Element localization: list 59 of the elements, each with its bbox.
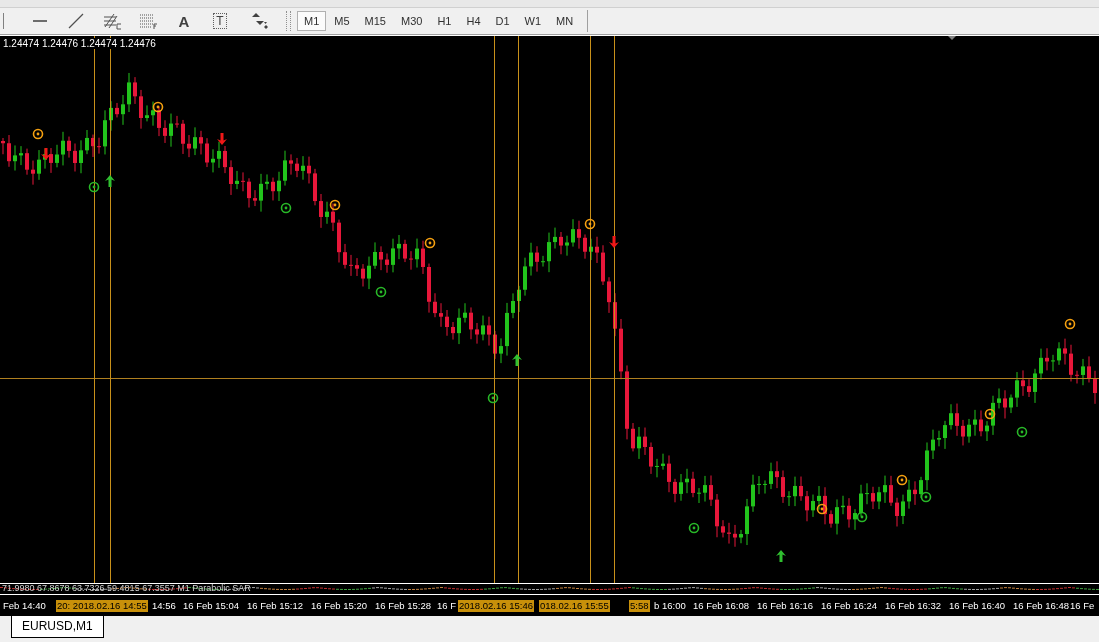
time-label: Feb 14:40 xyxy=(3,600,46,612)
text-tool[interactable]: A xyxy=(178,13,190,29)
signal-ring-icon xyxy=(32,128,44,140)
time-label: 16 Feb 16:48 xyxy=(1013,600,1069,612)
time-label: 16 Fe xyxy=(1070,600,1095,612)
time-label: 20: 2018.02.16 14:55 xyxy=(56,600,148,612)
time-label: 16 Feb 16:32 xyxy=(885,600,941,612)
time-label: 16 F xyxy=(437,600,456,612)
timeframe-button[interactable]: M30 xyxy=(393,11,430,31)
time-label: 5:58 xyxy=(629,600,650,612)
timeframe-button[interactable]: H1 xyxy=(430,11,459,31)
signal-ring-icon xyxy=(984,408,996,420)
down-arrow-icon xyxy=(609,236,619,248)
timeframe-button[interactable]: H4 xyxy=(459,11,488,31)
time-label: 16 Feb 15:12 xyxy=(247,600,303,612)
down-arrow-icon xyxy=(217,133,227,145)
signal-ring-icon xyxy=(856,511,868,523)
time-label: 16 Feb 16:08 xyxy=(693,600,749,612)
timeframe-button[interactable]: M5 xyxy=(327,11,357,31)
trend-line-icon[interactable] xyxy=(66,12,86,30)
signal-ring-icon xyxy=(280,202,292,214)
signal-ring-icon xyxy=(329,199,341,211)
signal-ring-icon xyxy=(1016,426,1028,438)
indicator-values: 71.9980 67.8678 63.7326 59.4815 67.3557 M1 Parabolic SAR xyxy=(2,583,251,594)
chart-tab[interactable]: EURUSD,M1 xyxy=(11,616,104,638)
time-label: 16 Feb 16:24 xyxy=(821,600,877,612)
timeframe-button[interactable]: M15 xyxy=(357,11,393,31)
signal-ring-icon xyxy=(375,286,387,298)
time-label: 16 Feb 16:40 xyxy=(949,600,1005,612)
signal-ring-icon xyxy=(688,522,700,534)
time-label: 16 Feb 15:20 xyxy=(311,600,367,612)
signal-ring-icon xyxy=(896,474,908,486)
time-label: 2018.02.16 15:46 xyxy=(458,600,534,612)
time-label: b 16:00 xyxy=(654,600,686,612)
timeframe-button[interactable]: D1 xyxy=(488,11,517,31)
signal-ring-icon xyxy=(88,181,100,193)
timeframe-button[interactable]: M1 xyxy=(297,11,327,31)
text-label-tool[interactable]: T xyxy=(213,13,227,29)
up-arrow-icon xyxy=(776,550,786,562)
time-label: 018.02.16 15:55 xyxy=(539,600,610,612)
ohlc-values: 1.24474 1.24476 1.24474 1.24476 xyxy=(3,38,156,49)
up-arrow-icon xyxy=(512,354,522,366)
signal-ring-icon xyxy=(487,392,499,404)
signal-ring-icon xyxy=(1064,318,1076,330)
signal-ring-icon xyxy=(152,101,164,113)
time-label: 16 Feb 15:28 xyxy=(375,600,431,612)
time-label: 16 Feb 15:04 xyxy=(183,600,239,612)
signal-ring-icon xyxy=(816,503,828,515)
time-label: 14:56 xyxy=(152,600,176,612)
time-label: 16 Feb 16:16 xyxy=(757,600,813,612)
timeframe-button[interactable]: W1 xyxy=(517,11,549,31)
signal-ring-icon xyxy=(920,491,932,503)
signal-ring-icon xyxy=(424,237,436,249)
timeframe-button[interactable]: MN xyxy=(549,11,581,31)
down-arrow-icon xyxy=(41,148,51,160)
arrows-icon[interactable] xyxy=(250,12,270,30)
signal-ring-icon xyxy=(584,218,596,230)
fibonacci-fan-icon[interactable] xyxy=(102,12,122,30)
up-arrow-icon xyxy=(105,175,115,187)
